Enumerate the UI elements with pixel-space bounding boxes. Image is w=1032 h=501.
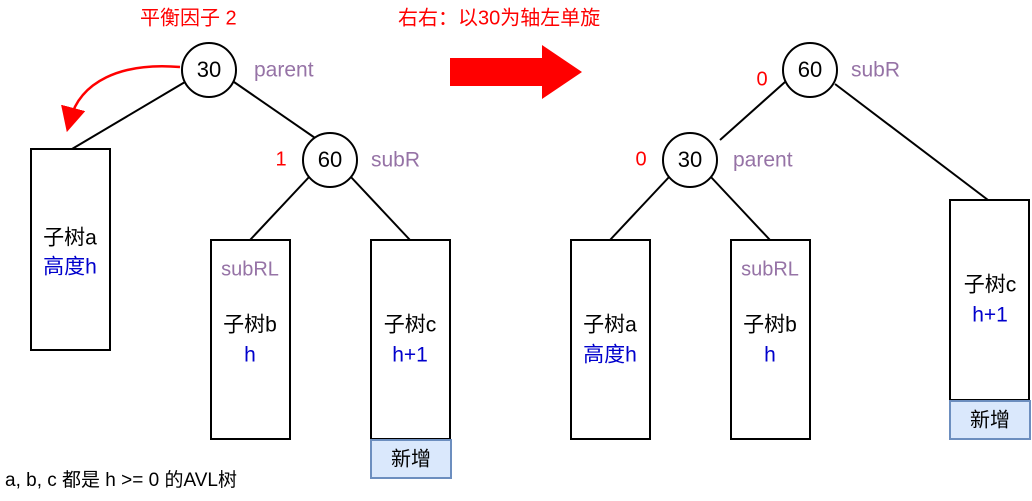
left-subtree-a-height: 高度h [43,256,97,279]
left-subtree-c-title: 子树c [384,314,437,337]
edge-subR-parent [719,81,786,141]
rotation-label: 右右：以30为轴左单旋 [398,6,600,29]
left-child-node: 60 [302,132,358,188]
right-subtree-a-height: 高度h [583,344,637,367]
right-new-label: 新增 [970,408,1010,431]
edge-subR-b [249,175,311,241]
edge-parent-subR [233,81,319,141]
left-balance-title: 平衡因子 2 [140,6,237,29]
avl-left-rotation-diagram: 平衡因子 2 30 parent 60 1 subR 子树a 高度h subRL… [0,0,1032,501]
right-subtree-b-role: subRL [741,258,799,280]
left-subtree-b: subRL 子树b h [210,239,291,440]
right-root-node: 60 [782,42,838,98]
left-subtree-c-height: h+1 [392,344,428,367]
right-child-node: 30 [662,132,718,188]
right-subtree-b: subRL 子树b h [730,239,811,440]
right-root-balance: 0 [756,68,767,90]
left-subtree-c: 子树c h+1 [370,239,451,440]
right-subtree-c-title: 子树c [964,274,1017,297]
left-subtree-b-title: 子树b [223,314,277,337]
right-arrow-icon [450,45,582,99]
left-subtree-b-height: h [244,344,256,367]
right-new-badge: 新增 [949,400,1031,440]
left-child-balance: 1 [275,148,286,170]
edge-subR-c-right [834,83,989,201]
diagram-canvas: 平衡因子 2 30 parent 60 1 subR 子树a 高度h subRL… [5,6,1031,491]
left-subtree-b-role: subRL [221,258,279,280]
left-child-role: subR [371,149,420,172]
right-subtree-a-title: 子树a [583,314,637,337]
right-subtree-c: 子树c h+1 [949,199,1030,401]
left-new-label: 新增 [391,447,431,470]
left-child-value: 60 [318,147,342,172]
curved-arrow-icon [61,65,181,133]
edge-parent-a [71,81,186,150]
left-root-value: 30 [197,57,221,82]
left-subtree-a-title: 子树a [43,227,97,250]
right-subtree-a: 子树a 高度h [570,239,651,440]
left-subtree-a: 子树a 高度h [30,148,111,351]
footnote: a, b, c 都是 h >= 0 的AVL树 [5,469,237,491]
right-child-value: 30 [678,147,702,172]
right-child-role: parent [733,149,793,172]
left-new-badge: 新增 [370,439,452,479]
right-subtree-b-title: 子树b [743,314,797,337]
edge-parent-b-right [709,175,771,241]
left-root-node: 30 [181,42,237,98]
edge-parent-a-right [609,175,671,241]
right-root-value: 60 [798,57,822,82]
right-child-balance: 0 [635,148,646,170]
left-root-role: parent [254,59,314,82]
right-root-role: subR [851,59,900,82]
edge-subR-c [349,175,411,241]
right-subtree-c-height: h+1 [972,304,1008,327]
right-subtree-b-height: h [764,344,776,367]
